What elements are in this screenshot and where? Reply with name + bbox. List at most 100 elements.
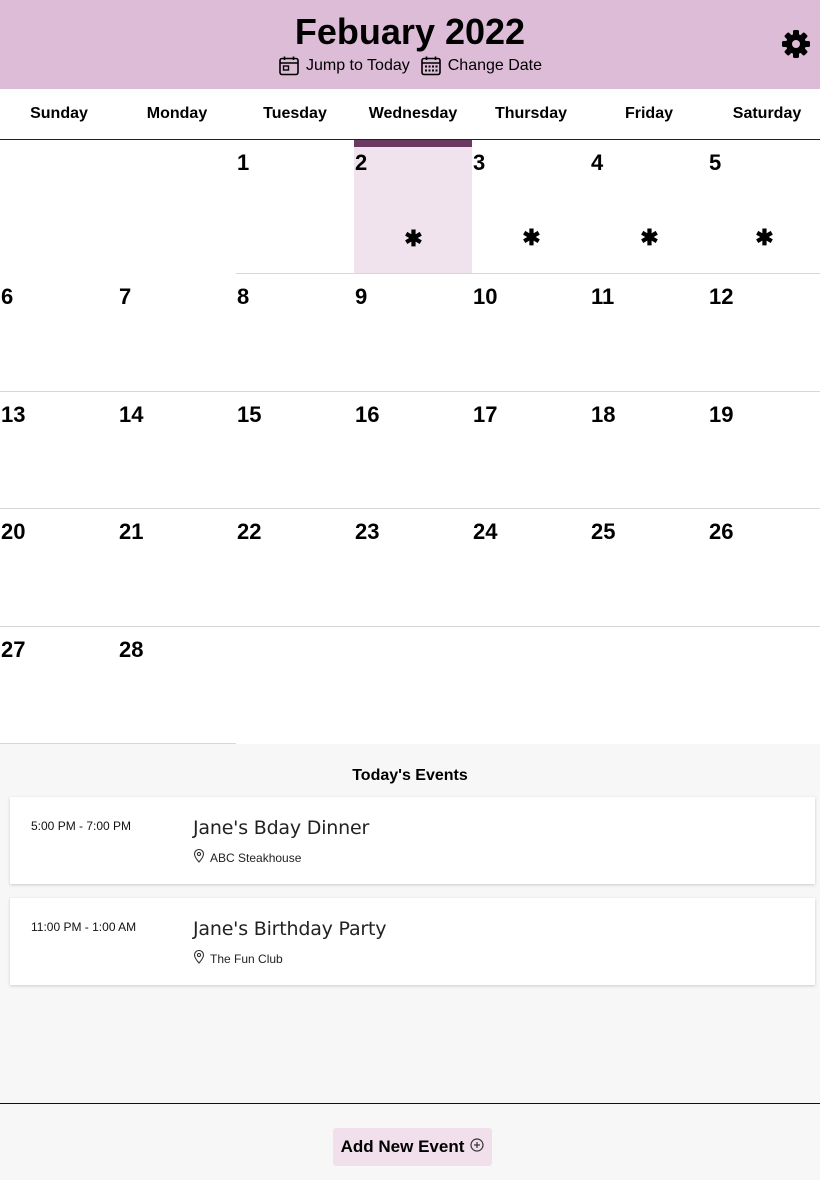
month-title: Febuary 2022 bbox=[294, 11, 526, 52]
weekday-friday: Friday bbox=[624, 105, 673, 122]
add-event-label: Add New Event bbox=[340, 1137, 465, 1156]
event-location-label: The Fun Club bbox=[210, 951, 283, 966]
calendar-day-cell[interactable]: 4 ✱ bbox=[590, 140, 708, 274]
calendar-day-cell[interactable]: 27 bbox=[0, 627, 118, 745]
jump-to-today-label: Jump to Today bbox=[305, 57, 410, 74]
day-number: 20 bbox=[1, 519, 26, 545]
day-number: 21 bbox=[119, 519, 144, 545]
day-number: 24 bbox=[473, 519, 498, 545]
event-card[interactable]: 5:00 PM - 7:00 PM Jane's Bday Dinner ABC… bbox=[10, 797, 815, 884]
weekday-header-row: Sunday Monday Tuesday Wednesday Thursday… bbox=[0, 89, 820, 140]
event-marker-icon: ✱ bbox=[640, 225, 659, 250]
weekday-sunday: Sunday bbox=[30, 105, 88, 122]
plus-circle-icon bbox=[470, 1137, 484, 1157]
day-number: 2 bbox=[355, 150, 368, 175]
day-number: 25 bbox=[591, 519, 616, 545]
day-number: 27 bbox=[1, 636, 26, 662]
event-marker-icon: ✱ bbox=[404, 226, 423, 251]
calendar-day-cell[interactable]: 11 bbox=[590, 274, 708, 392]
calendar-day-cell[interactable]: 16 bbox=[354, 392, 472, 510]
day-number: 11 bbox=[591, 284, 615, 309]
footer-divider bbox=[0, 1103, 820, 1104]
calendar-day-cell[interactable]: 7 bbox=[118, 274, 236, 392]
settings-button[interactable] bbox=[780, 28, 812, 60]
calendar-day-cell[interactable]: 26 bbox=[708, 509, 820, 627]
calendar-day-cell[interactable]: 6 bbox=[0, 274, 118, 392]
event-marker-icon: ✱ bbox=[522, 225, 541, 250]
change-date-label: Change Date bbox=[447, 57, 543, 74]
calendar-day-cell[interactable]: 10 bbox=[472, 274, 590, 392]
location-pin-icon bbox=[193, 949, 205, 967]
day-number: 18 bbox=[591, 401, 616, 427]
calendar-day-cell[interactable]: 15 bbox=[236, 392, 354, 510]
event-name: Jane's Bday Dinner bbox=[193, 817, 370, 839]
calendar-empty-cell bbox=[708, 627, 820, 745]
day-number: 13 bbox=[1, 401, 26, 427]
calendar-day-cell[interactable]: 3 ✱ bbox=[472, 140, 590, 274]
location-pin-icon bbox=[193, 848, 205, 866]
calendar-today-icon bbox=[278, 55, 300, 77]
calendar-empty-cell bbox=[590, 627, 708, 745]
weekday-monday: Monday bbox=[146, 105, 208, 122]
calendar-empty-cell bbox=[236, 627, 354, 745]
day-number: 10 bbox=[473, 284, 498, 309]
event-location: The Fun Club bbox=[193, 949, 283, 967]
gear-icon bbox=[780, 30, 812, 64]
day-number: 23 bbox=[355, 519, 380, 545]
calendar-day-cell[interactable]: 12 bbox=[708, 274, 820, 392]
day-number: 14 bbox=[119, 401, 144, 427]
day-number: 7 bbox=[119, 284, 132, 309]
calendar-day-cell[interactable]: 23 bbox=[354, 509, 472, 627]
event-card[interactable]: 11:00 PM - 1:00 AM Jane's Birthday Party… bbox=[10, 898, 815, 985]
add-new-event-button[interactable]: Add New Event bbox=[333, 1128, 492, 1166]
calendar-day-cell[interactable]: 9 bbox=[354, 274, 472, 392]
jump-to-today-button[interactable]: Jump to Today bbox=[278, 54, 410, 78]
day-number: 15 bbox=[237, 401, 262, 427]
calendar-day-cell[interactable]: 17 bbox=[472, 392, 590, 510]
day-number: 6 bbox=[1, 284, 14, 309]
calendar-day-cell[interactable]: 1 bbox=[236, 140, 354, 274]
weekday-tuesday: Tuesday bbox=[263, 105, 327, 122]
calendar-day-cell[interactable]: 2 ✱ bbox=[354, 140, 472, 274]
event-name: Jane's Birthday Party bbox=[193, 918, 387, 940]
weekday-wednesday: Wednesday bbox=[368, 105, 458, 122]
event-marker-icon: ✱ bbox=[755, 225, 774, 250]
calendar-empty-cell bbox=[354, 627, 472, 745]
event-location-label: ABC Steakhouse bbox=[210, 850, 302, 865]
day-number: 9 bbox=[355, 284, 368, 309]
calendar-day-cell[interactable]: 18 bbox=[590, 392, 708, 510]
calendar-day-cell[interactable]: 20 bbox=[0, 509, 118, 627]
change-date-button[interactable]: Change Date bbox=[420, 54, 542, 78]
day-number: 1 bbox=[237, 150, 250, 175]
calendar-day-cell[interactable]: 25 bbox=[590, 509, 708, 627]
calendar-empty-cell bbox=[0, 140, 118, 274]
event-time: 11:00 PM - 1:00 AM bbox=[31, 920, 137, 934]
day-number: 28 bbox=[119, 636, 144, 662]
calendar-day-cell[interactable]: 21 bbox=[118, 509, 236, 627]
calendar-day-cell[interactable]: 24 bbox=[472, 509, 590, 627]
calendar-day-cell[interactable]: 14 bbox=[118, 392, 236, 510]
calendar-day-cell[interactable]: 8 bbox=[236, 274, 354, 392]
calendar-day-cell[interactable]: 19 bbox=[708, 392, 820, 510]
calendar-day-cell[interactable]: 13 bbox=[0, 392, 118, 510]
day-number: 12 bbox=[709, 284, 734, 309]
day-number: 19 bbox=[709, 401, 734, 427]
calendar-empty-cell bbox=[472, 627, 590, 745]
weekday-saturday: Saturday bbox=[732, 105, 802, 122]
todays-events-panel: Today's Events 5:00 PM - 7:00 PM Jane's … bbox=[0, 744, 820, 1104]
events-panel-title: Today's Events bbox=[352, 767, 468, 784]
calendar-grid: 1 2 ✱ 3 ✱ 4 ✱ 5 ✱ 6 7 8 9 10 11 12 13 14 15 16 17 18 19 20 21 22 2… bbox=[0, 140, 820, 745]
calendar-day-cell[interactable]: 5 ✱ bbox=[708, 140, 820, 274]
calendar-day-cell[interactable]: 28 bbox=[118, 627, 236, 745]
day-number: 17 bbox=[473, 401, 498, 427]
calendar-day-cell[interactable]: 22 bbox=[236, 509, 354, 627]
day-number: 3 bbox=[473, 150, 486, 175]
day-number: 5 bbox=[709, 150, 722, 175]
day-number: 4 bbox=[591, 150, 604, 175]
calendar-empty-cell bbox=[118, 140, 236, 274]
header-actions: Jump to Today Change Date bbox=[0, 54, 820, 78]
day-number: 16 bbox=[355, 401, 380, 427]
calendar-grid-icon bbox=[420, 55, 442, 77]
day-number: 8 bbox=[237, 284, 250, 309]
event-time: 5:00 PM - 7:00 PM bbox=[31, 819, 132, 833]
